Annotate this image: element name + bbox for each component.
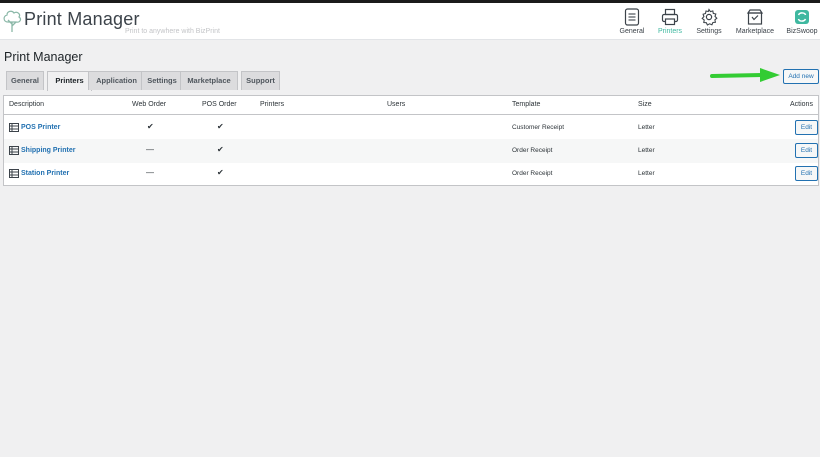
nav-label: BizSwoop bbox=[786, 28, 818, 35]
size-value: Letter bbox=[638, 170, 655, 177]
printer-icon bbox=[9, 123, 19, 132]
size-value: Letter bbox=[638, 147, 655, 154]
printer-name-link[interactable]: Station Printer bbox=[21, 170, 69, 177]
column-header-actions: Actions bbox=[790, 101, 813, 108]
green-arrow-annotation bbox=[710, 68, 780, 82]
nav-bizswoop[interactable]: BizSwoop bbox=[784, 7, 820, 39]
pos-order-check: ✔ bbox=[217, 168, 224, 177]
table-row: Station Printer — ✔ Order Receipt Letter… bbox=[4, 162, 818, 186]
column-header-template: Template bbox=[512, 101, 541, 108]
column-header-description: Description bbox=[9, 101, 45, 108]
store-icon bbox=[746, 9, 764, 25]
tab-marketplace[interactable]: Marketplace bbox=[180, 71, 238, 90]
nav-label: Marketplace bbox=[735, 28, 775, 35]
printer-name-link[interactable]: Shipping Printer bbox=[21, 147, 75, 154]
table-row: Shipping Printer — ✔ Order Receipt Lette… bbox=[4, 139, 818, 163]
web-order-dash: — bbox=[146, 168, 154, 177]
tab-general[interactable]: General bbox=[6, 71, 44, 90]
printer-icon bbox=[661, 8, 679, 26]
table-row: POS Printer ✔ ✔ Customer Receipt Letter … bbox=[4, 116, 818, 140]
nav-general[interactable]: General bbox=[616, 7, 648, 39]
printers-table: Description Web Order POS Order Printers… bbox=[3, 95, 819, 186]
top-bar: Print Manager Print to anywhere with Biz… bbox=[0, 3, 820, 40]
add-new-button[interactable]: Add new bbox=[783, 69, 819, 84]
size-value: Letter bbox=[638, 124, 655, 131]
column-header-users: Users bbox=[387, 101, 406, 108]
nav-label: Settings bbox=[696, 28, 722, 35]
template-value: Order Receipt bbox=[512, 147, 553, 154]
nav-settings[interactable]: Settings bbox=[693, 7, 725, 39]
template-value: Customer Receipt bbox=[512, 124, 565, 131]
nav-printers[interactable]: Printers bbox=[654, 7, 686, 39]
cloud-tree-logo-icon bbox=[3, 10, 22, 32]
app-title: Print Manager bbox=[24, 9, 140, 29]
page-title: Print Manager bbox=[4, 50, 83, 64]
nav-label: General bbox=[619, 28, 645, 35]
tab-application[interactable]: Application bbox=[88, 71, 145, 90]
column-header-pos-order: POS Order bbox=[202, 101, 237, 108]
gear-icon bbox=[701, 8, 718, 26]
web-order-check: ✔ bbox=[147, 122, 154, 131]
pos-order-check: ✔ bbox=[217, 122, 224, 131]
edit-button[interactable]: Edit bbox=[795, 143, 818, 158]
printer-name-link[interactable]: POS Printer bbox=[21, 124, 60, 131]
tab-settings[interactable]: Settings bbox=[141, 71, 183, 90]
column-header-web-order: Web Order bbox=[132, 101, 167, 108]
pos-order-check: ✔ bbox=[217, 145, 224, 154]
app-tagline: Print to anywhere with BizPrint bbox=[125, 28, 220, 35]
edit-button[interactable]: Edit bbox=[795, 166, 818, 181]
nav-label: Printers bbox=[657, 28, 683, 35]
tab-printers[interactable]: Printers bbox=[47, 71, 92, 91]
printer-icon bbox=[9, 169, 19, 178]
printer-icon bbox=[9, 146, 19, 155]
column-header-printers: Printers bbox=[260, 101, 285, 108]
table-header: Description Web Order POS Order Printers… bbox=[4, 96, 818, 115]
template-value: Order Receipt bbox=[512, 170, 553, 177]
column-header-size: Size bbox=[638, 101, 652, 108]
bizswoop-icon bbox=[795, 10, 809, 24]
tab-support[interactable]: Support bbox=[241, 71, 280, 90]
list-icon bbox=[624, 8, 640, 26]
web-order-dash: — bbox=[146, 145, 154, 154]
nav-marketplace[interactable]: Marketplace bbox=[733, 7, 777, 39]
edit-button[interactable]: Edit bbox=[795, 120, 818, 135]
